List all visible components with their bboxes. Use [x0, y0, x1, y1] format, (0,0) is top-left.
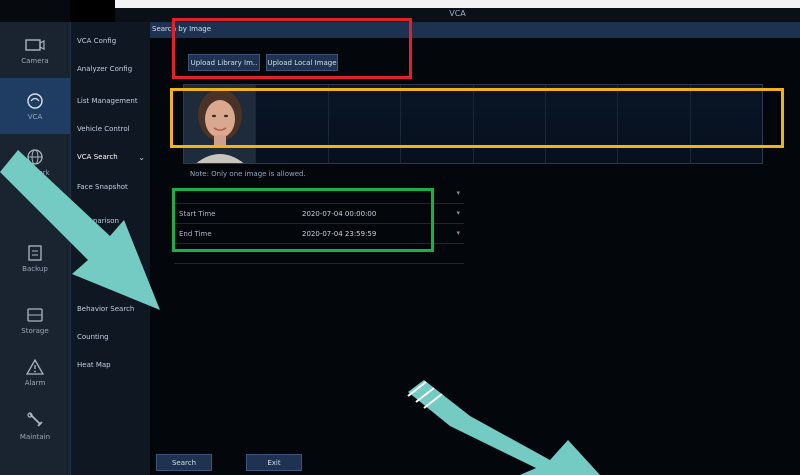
submenu-label: Comparison: [77, 217, 119, 225]
chevron-down-icon: ⌄: [138, 152, 145, 162]
tab-search-by-image[interactable]: Search by Image: [152, 25, 211, 33]
face-image: [184, 85, 256, 163]
empty-thumbnail-slot[interactable]: [328, 85, 402, 163]
submenu-vehicle-control[interactable]: Vehicle Control: [71, 114, 151, 144]
empty-thumbnail-slot[interactable]: [545, 85, 619, 163]
submenu-label: Analyzer Config: [77, 65, 133, 73]
rail-item-maintain[interactable]: Maintain: [0, 398, 70, 454]
rail-item-camera[interactable]: Camera: [0, 22, 70, 78]
exit-button[interactable]: Exit: [246, 454, 302, 471]
form-row-start-time[interactable]: Start Time 2020-07-04 00:00:00 ▾: [174, 206, 464, 224]
empty-thumbnail-slot[interactable]: [690, 85, 762, 163]
backup-icon: [24, 244, 46, 262]
submenu-label: Counting: [77, 333, 109, 341]
form-row-similarity[interactable]: ▾: [174, 186, 464, 204]
submenu-comparison[interactable]: Comparison: [71, 206, 151, 236]
upload-local-image-button[interactable]: Upload Local Image: [266, 54, 338, 71]
title-bar: VCA: [115, 8, 800, 22]
storage-icon: [24, 306, 46, 324]
end-time-field[interactable]: 2020-07-04 23:59:59: [302, 230, 376, 238]
rail-label: Alarm: [24, 378, 46, 387]
vca-icon: [24, 92, 46, 110]
rail-label: Maintain: [19, 432, 51, 441]
rail-label: Camera: [21, 56, 49, 65]
rail-item-network[interactable]: Network: [0, 134, 70, 190]
submenu-label: Face Snapshot: [77, 183, 128, 191]
end-time-label: End Time: [179, 230, 212, 238]
dropdown-arrow-icon: ▾: [456, 189, 460, 197]
rail-item-storage[interactable]: Storage: [0, 292, 70, 348]
start-time-label: Start Time: [179, 210, 216, 218]
submenu-analyzer-config[interactable]: Analyzer Config: [71, 54, 151, 84]
submenu-label: VCA Config: [77, 37, 117, 45]
alarm-icon: [24, 358, 46, 376]
submenu-label: Heat Map: [77, 361, 111, 369]
vca-submenu: VCA Config Analyzer Config List Manageme…: [70, 22, 150, 475]
globe-icon: [24, 148, 46, 166]
empty-thumbnail-slot[interactable]: [256, 85, 329, 163]
start-time-field[interactable]: 2020-07-04 00:00:00: [302, 210, 376, 218]
main-panel: Search by Image Upload Library Im.. Uplo…: [150, 22, 800, 475]
face-thumbnail[interactable]: [184, 85, 257, 163]
tab-header: Search by Image: [150, 22, 800, 38]
submenu-vca-config[interactable]: VCA Config: [71, 26, 151, 56]
upload-note: Note: Only one image is allowed.: [190, 170, 306, 178]
dropdown-arrow-icon: ▾: [456, 229, 460, 237]
icon-rail: Camera VCA Network Backup Storage Alarm: [0, 0, 70, 475]
form-row-extra[interactable]: [174, 246, 464, 264]
rail-label: Network: [20, 168, 50, 177]
image-thumbnail-strip: [183, 84, 763, 164]
search-button[interactable]: Search: [156, 454, 212, 471]
submenu-label: List Management: [77, 97, 138, 105]
top-strip: [115, 0, 800, 8]
submenu-label: VCA Search: [77, 153, 118, 161]
wrench-icon: [24, 411, 46, 430]
camera-icon: [24, 36, 46, 54]
dropdown-arrow-icon: ▾: [456, 209, 460, 217]
upload-library-image-button[interactable]: Upload Library Im..: [188, 54, 260, 71]
submenu-face-snapshot[interactable]: Face Snapshot: [71, 172, 151, 202]
rail-item-backup[interactable]: Backup: [0, 230, 70, 286]
rail-item-vca[interactable]: VCA: [0, 78, 70, 134]
submenu-heat-map[interactable]: Heat Map: [71, 350, 151, 380]
rail-label: Backup: [22, 264, 48, 273]
rail-top: [0, 0, 70, 22]
form-row-end-time[interactable]: End Time 2020-07-04 23:59:59 ▾: [174, 226, 464, 244]
submenu-counting[interactable]: Counting: [71, 322, 151, 352]
empty-thumbnail-slot[interactable]: [618, 85, 691, 163]
submenu-behavior-search[interactable]: Behavior Search: [71, 294, 151, 324]
submenu-list-management[interactable]: List Management: [71, 86, 151, 116]
window-title: VCA: [449, 9, 466, 18]
submenu-label: Vehicle Control: [77, 125, 130, 133]
submenu-label: Behavior Search: [77, 305, 135, 313]
rail-label: VCA: [27, 112, 43, 121]
submenu-vca-search[interactable]: VCA Search ⌄: [71, 142, 151, 172]
empty-thumbnail-slot[interactable]: [473, 85, 546, 163]
empty-thumbnail-slot[interactable]: [401, 85, 474, 163]
rail-label: Storage: [21, 326, 49, 335]
rail-item-alarm[interactable]: Alarm: [0, 344, 70, 400]
